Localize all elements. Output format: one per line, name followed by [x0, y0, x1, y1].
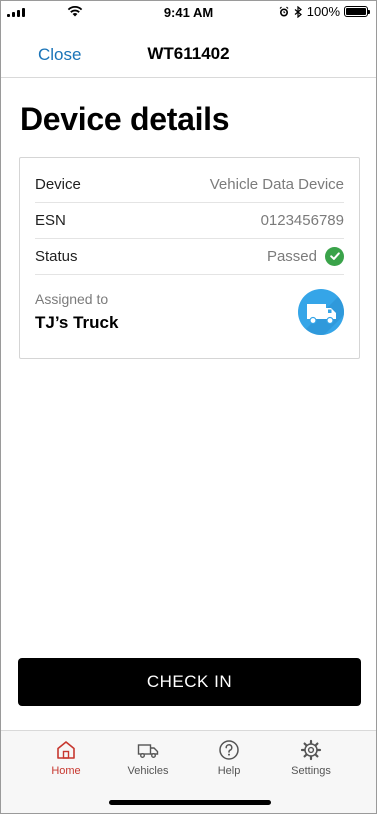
tab-vehicles-label: Vehicles — [127, 765, 169, 777]
device-row: Device Vehicle Data Device — [35, 166, 344, 203]
tab-vehicles[interactable]: Vehicles — [113, 739, 183, 777]
esn-row: ESN 0123456789 — [35, 202, 344, 239]
home-icon — [57, 741, 75, 759]
phone-screen: 9:41 AM 100% Close WT611402 Device detai… — [0, 0, 377, 814]
assigned-to-label: Assigned to — [35, 291, 109, 307]
device-value: Vehicle Data Device — [209, 175, 344, 193]
battery-percent: 100% — [306, 4, 340, 19]
navigation-bar: Close WT611402 — [1, 31, 376, 78]
nav-title: WT611402 — [147, 44, 230, 63]
status-row: Status Passed — [35, 238, 344, 275]
checkmark-icon — [325, 246, 344, 266]
truck-avatar-icon — [298, 289, 344, 335]
help-icon — [219, 740, 239, 760]
truck-icon — [137, 744, 159, 758]
battery-icon — [344, 6, 370, 17]
status-label: Status — [35, 247, 78, 265]
tab-home-label: Home — [51, 765, 81, 777]
page-title: Device details — [20, 101, 230, 137]
device-label: Device — [35, 175, 81, 193]
device-details-card: Device Vehicle Data Device ESN 012345678… — [19, 157, 360, 359]
bluetooth-icon — [294, 5, 302, 18]
tab-home[interactable]: Home — [31, 739, 101, 777]
tab-settings[interactable]: Settings — [276, 739, 346, 777]
check-in-button[interactable]: CHECK IN — [18, 658, 361, 706]
assigned-vehicle-name: TJ’s Truck — [35, 313, 119, 332]
esn-value: 0123456789 — [260, 211, 344, 229]
gear-icon — [300, 739, 322, 761]
status-bar: 9:41 AM 100% — [1, 1, 376, 25]
alarm-icon — [279, 6, 289, 16]
tab-settings-label: Settings — [291, 765, 331, 777]
tab-help-label: Help — [217, 765, 241, 777]
status-value: Passed — [266, 247, 317, 265]
tab-help[interactable]: Help — [194, 739, 264, 777]
home-indicator[interactable] — [109, 800, 271, 805]
esn-label: ESN — [35, 211, 66, 229]
